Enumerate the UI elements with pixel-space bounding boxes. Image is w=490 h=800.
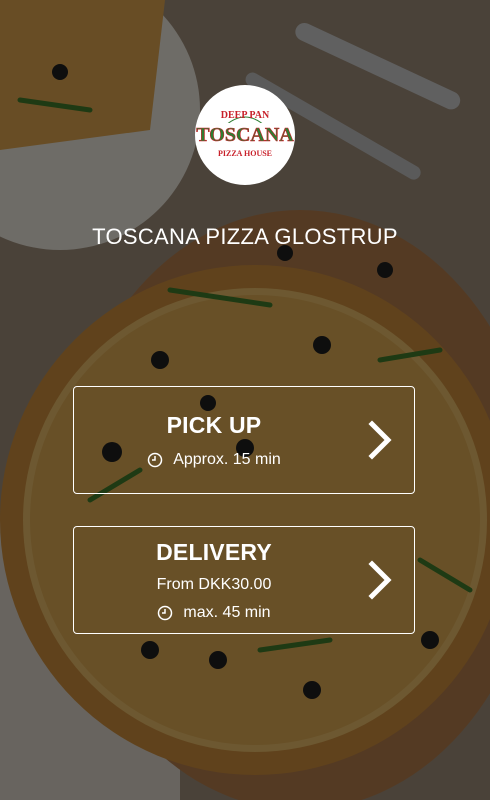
delivery-time-row: max. 45 min <box>157 603 271 622</box>
pickup-button[interactable]: PICK UP Approx. 15 min <box>73 386 415 494</box>
delivery-button[interactable]: DELIVERY From DKK30.00 max. 45 min <box>73 526 415 634</box>
chevron-right-icon <box>368 420 392 460</box>
chevron-right-icon <box>368 560 392 600</box>
delivery-fee: From DKK30.00 <box>156 575 272 593</box>
pickup-content: PICK UP Approx. 15 min <box>74 387 354 493</box>
pickup-label: PICK UP <box>166 411 262 438</box>
delivery-label: DELIVERY <box>156 538 272 565</box>
clock-icon <box>147 452 163 467</box>
restaurant-logo: DEEP PAN TOSCANA PIZZA HOUSE <box>195 85 295 185</box>
delivery-content: DELIVERY From DKK30.00 max. 45 min <box>74 527 354 633</box>
restaurant-name: TOSCANA PIZZA GLOSTRUP <box>92 224 398 249</box>
logo-main-text: TOSCANA <box>196 124 294 146</box>
clock-icon <box>158 605 173 620</box>
logo-top-text: DEEP PAN <box>221 110 270 121</box>
app-screen: DEEP PAN TOSCANA PIZZA HOUSE TOSCANA PIZ… <box>0 0 490 800</box>
pickup-time: Approx. 15 min <box>173 450 281 468</box>
delivery-time: max. 45 min <box>183 603 271 621</box>
pickup-time-row: Approx. 15 min <box>147 451 281 469</box>
toscana-logo-icon: DEEP PAN TOSCANA PIZZA HOUSE <box>196 110 295 158</box>
logo-bottom-text: PIZZA HOUSE <box>218 149 272 158</box>
